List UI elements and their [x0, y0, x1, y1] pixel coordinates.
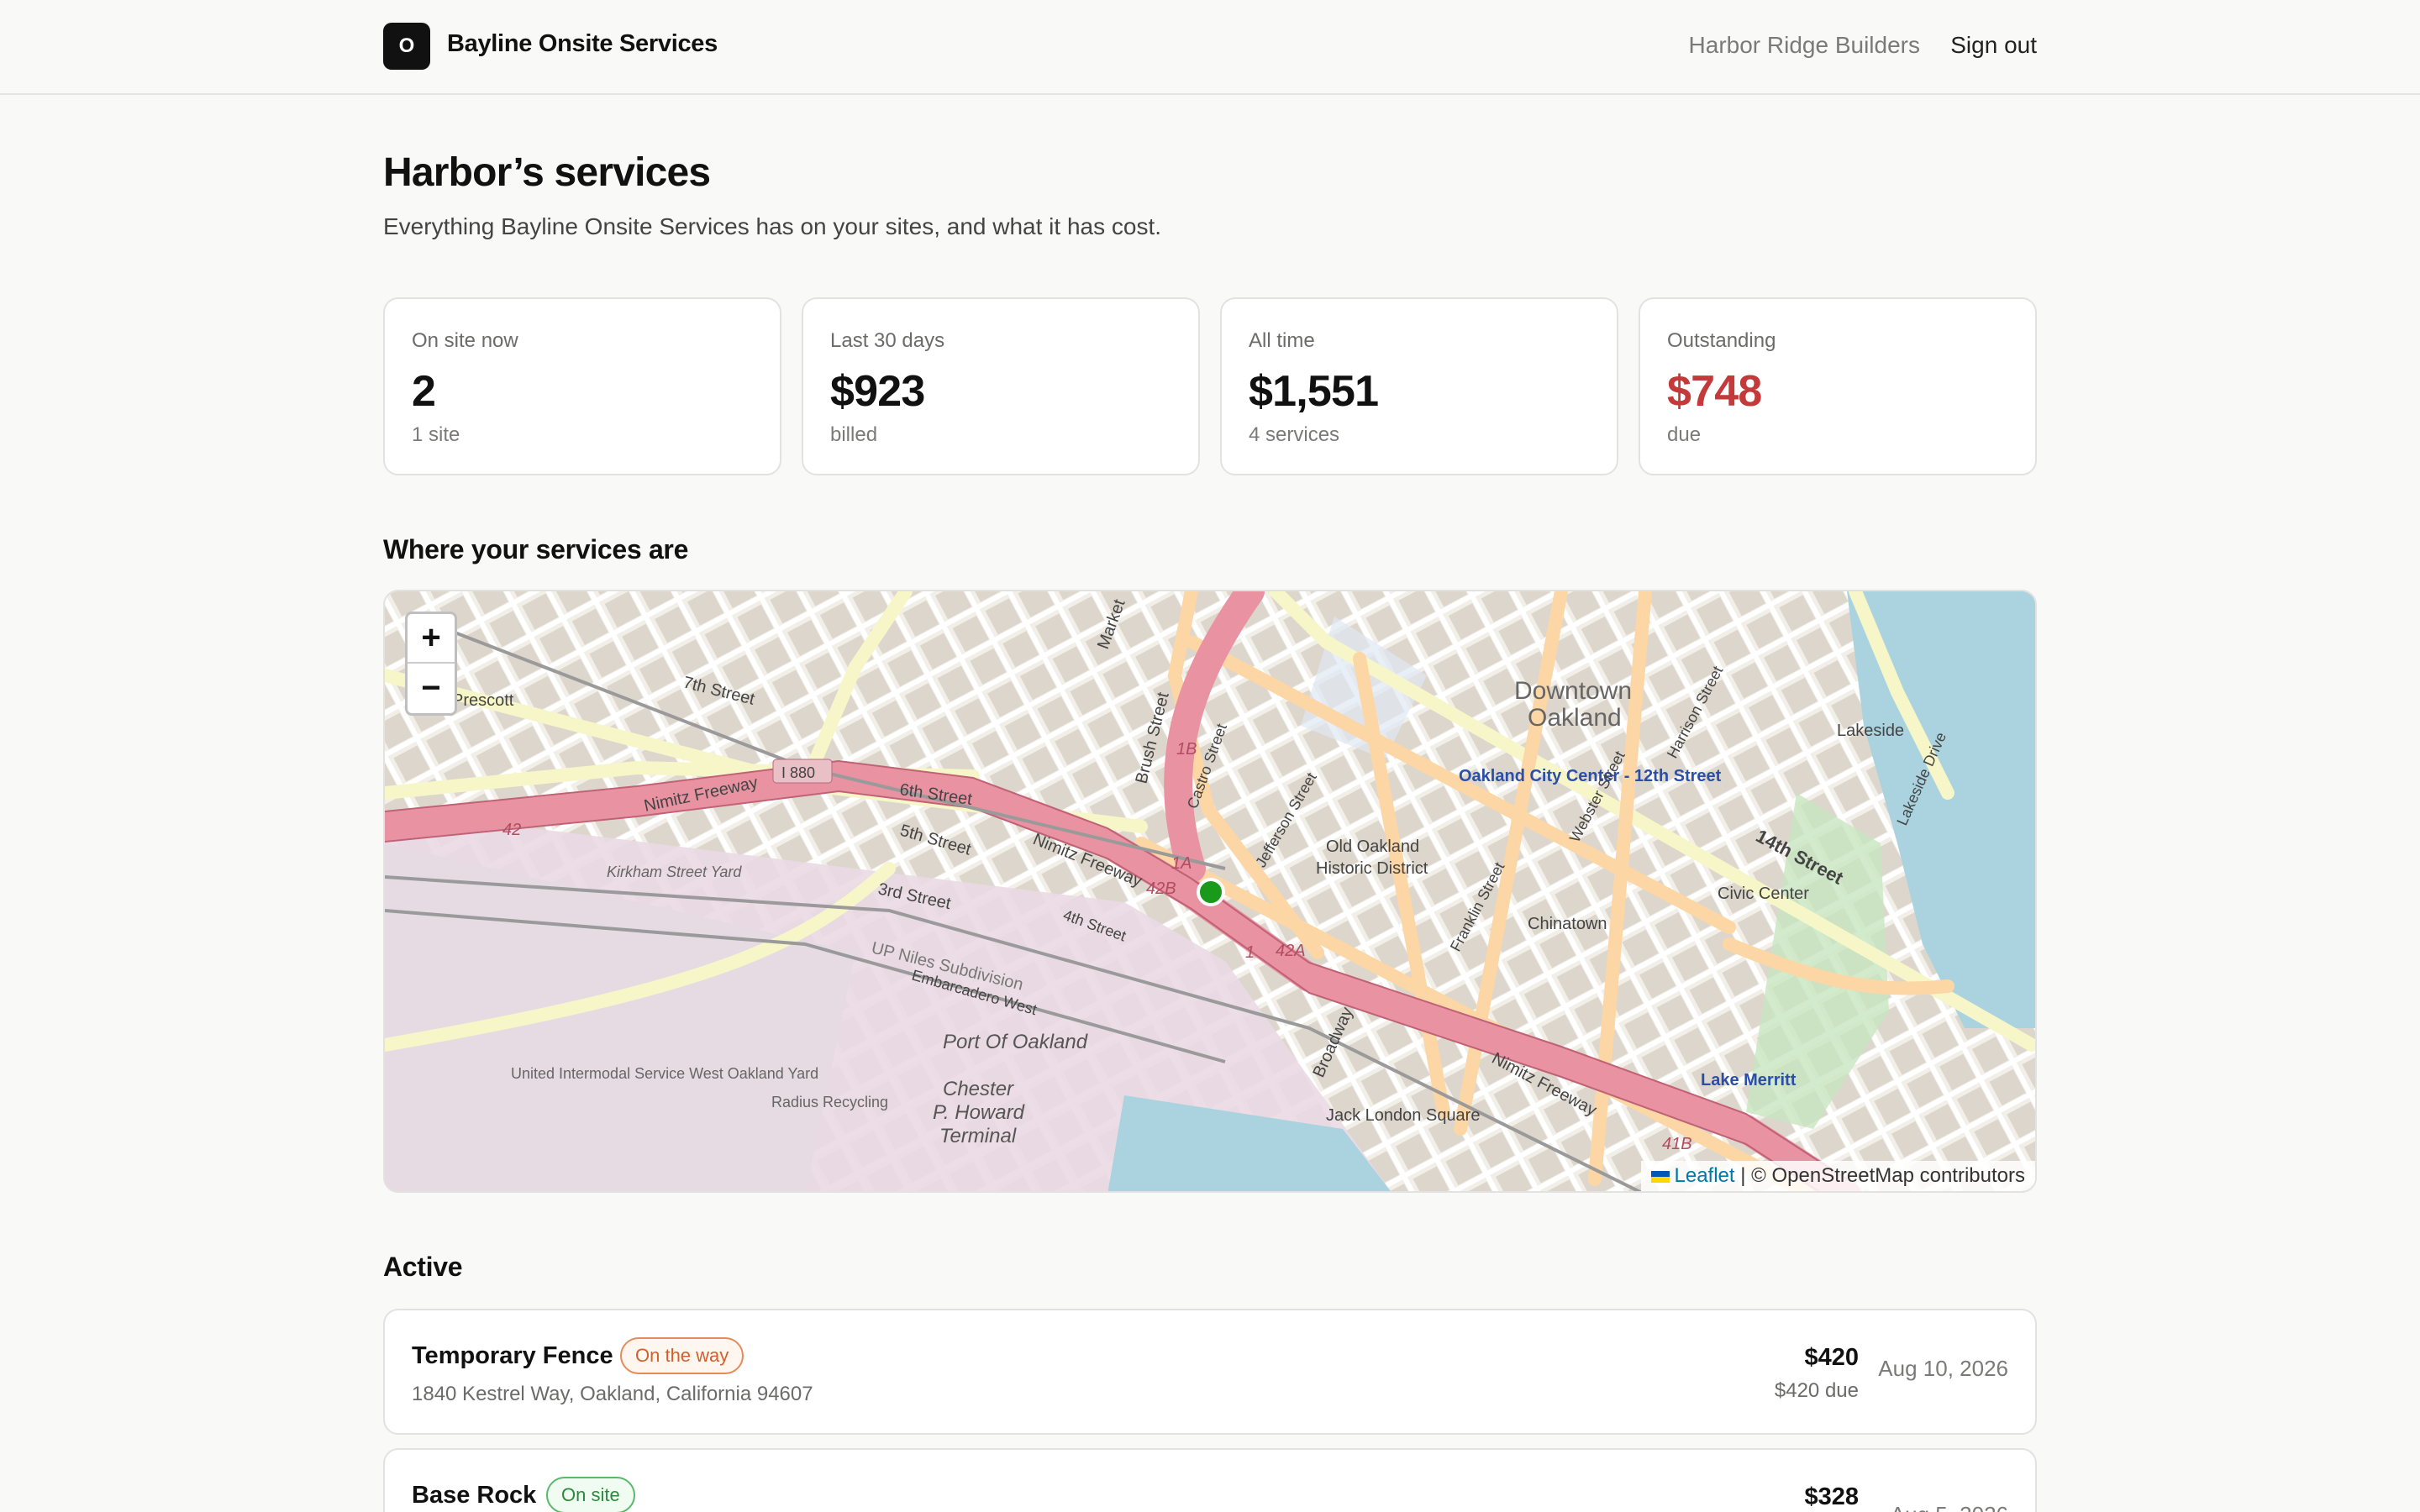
map-label-p-howard: P. Howard: [933, 1101, 1025, 1124]
zoom-control: + −: [405, 612, 457, 716]
ukraine-flag-icon: [1650, 1170, 1670, 1183]
map-label-united: United Intermodal Service West Oakland Y…: [511, 1065, 818, 1082]
map-label-route-1b: 1B: [1176, 740, 1197, 759]
map-label-civic-center: Civic Center: [1718, 885, 1809, 903]
stat-card-on-site: On site now 2 1 site: [383, 297, 781, 475]
service-amount: $328: [1804, 1483, 1859, 1510]
stat-value: $1,551: [1249, 367, 1379, 416]
service-location-marker[interactable]: [1197, 878, 1225, 906]
map-label-lake-merritt: Lake Merritt: [1701, 1071, 1797, 1089]
map-label-route-1: 1: [1245, 943, 1255, 962]
sign-out-link[interactable]: Sign out: [1950, 32, 2037, 59]
active-heading: Active: [383, 1252, 463, 1282]
service-address: 1840 Kestrel Way, Oakland, California 94…: [412, 1383, 813, 1405]
stat-sub: 4 services: [1249, 423, 1340, 446]
map-tiles: Downtown Oakland Oakland City Center - 1…: [385, 591, 2035, 1191]
map-label-terminal: Terminal: [939, 1125, 1017, 1147]
map-label-city-center: Oakland City Center - 12th Street: [1459, 767, 1722, 785]
map-label-historic: Historic District: [1316, 859, 1428, 878]
stat-sub: billed: [830, 423, 878, 446]
service-date: Aug 10, 2026: [1878, 1356, 2008, 1381]
stat-card-all-time: All time $1,551 4 services: [1220, 297, 1618, 475]
map-label-port: Port Of Oakland: [943, 1031, 1088, 1053]
map-label-chinatown: Chinatown: [1528, 915, 1607, 933]
service-amount: $420: [1804, 1344, 1859, 1371]
status-badge: On the way: [620, 1337, 744, 1374]
stat-label: Last 30 days: [830, 329, 945, 352]
stat-label: All time: [1249, 329, 1315, 352]
map-label-route-41b: 41B: [1662, 1135, 1692, 1153]
map-label-chester: Chester: [943, 1078, 1014, 1100]
brand-name[interactable]: Bayline Onsite Services: [447, 30, 718, 58]
map-label-lakeside: Lakeside: [1837, 722, 1904, 740]
map-label-old-oakland: Old Oakland: [1326, 837, 1419, 856]
organization-name: Harbor Ridge Builders: [1688, 32, 1920, 58]
stat-card-outstanding: Outstanding $748 due: [1639, 297, 2037, 475]
service-date: Aug 5, 2026: [1891, 1502, 2008, 1512]
stat-sub: 1 site: [412, 423, 460, 446]
page-subtitle: Everything Bayline Onsite Services has o…: [383, 213, 1162, 239]
status-badge: On site: [546, 1477, 635, 1512]
map-attribution: Leaflet | © OpenStreetMap contributors: [1640, 1161, 2035, 1191]
service-row[interactable]: Temporary Fence On the way 1840 Kestrel …: [383, 1309, 2037, 1435]
service-name: Base Rock: [412, 1482, 537, 1509]
stat-sub: due: [1667, 423, 1702, 446]
map-label-oakland: Oakland: [1528, 704, 1622, 732]
map-label-kirkham: Kirkham Street Yard: [607, 864, 742, 880]
map-label-route-1a: 1A: [1171, 854, 1192, 873]
service-due: $420 due: [1774, 1379, 1859, 1402]
stat-value: 2: [412, 367, 436, 416]
map-label-downtown: Downtown: [1514, 677, 1632, 705]
service-row[interactable]: Base Rock On site $328 Aug 5, 2026: [383, 1448, 2037, 1512]
map-heading: Where your services are: [383, 534, 689, 564]
top-bar: O Bayline Onsite Services Harbor Ridge B…: [0, 0, 2420, 95]
page-title: Harbor’s services: [383, 150, 711, 195]
map-label-route-42a: 42A: [1276, 942, 1306, 960]
map-label-prescott: Prescott: [452, 691, 514, 710]
map-label-route-42: 42: [502, 821, 521, 839]
stat-value: $748: [1667, 367, 1762, 416]
leaflet-link[interactable]: Leaflet: [1675, 1164, 1735, 1187]
map-label-radius: Radius Recycling: [771, 1094, 888, 1110]
stat-label: Outstanding: [1667, 329, 1776, 352]
brand-logo[interactable]: O: [383, 23, 430, 70]
map-label-jack-london: Jack London Square: [1326, 1106, 1480, 1125]
map-label-route-42b: 42B: [1146, 879, 1176, 898]
services-map[interactable]: Downtown Oakland Oakland City Center - 1…: [383, 590, 2037, 1193]
osm-attribution-text: © OpenStreetMap contributors: [1751, 1164, 2025, 1187]
zoom-in-button[interactable]: +: [408, 614, 455, 664]
stat-value: $923: [830, 367, 925, 416]
stat-label: On site now: [412, 329, 518, 352]
stat-card-last-30-days: Last 30 days $923 billed: [802, 297, 1200, 475]
zoom-out-button[interactable]: −: [408, 664, 455, 713]
service-name: Temporary Fence: [412, 1342, 613, 1369]
attribution-separator: |: [1740, 1164, 1746, 1187]
map-label-i880: I 880: [781, 764, 815, 781]
